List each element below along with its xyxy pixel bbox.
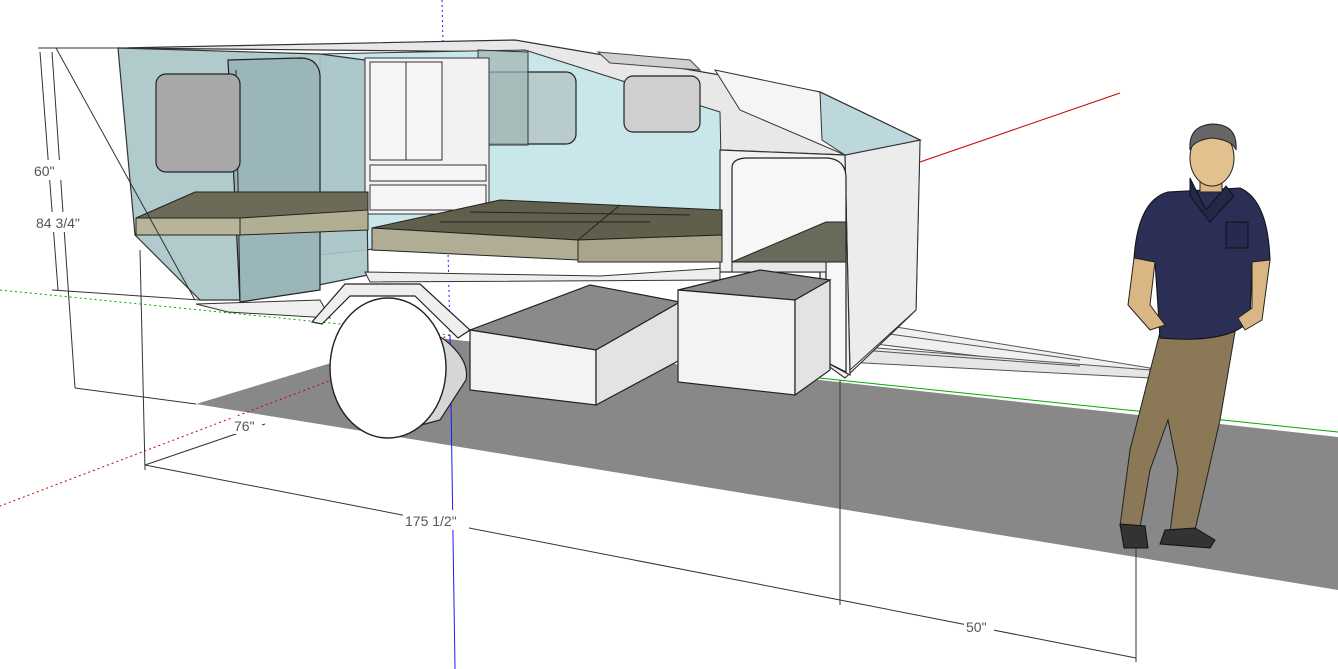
model-scene[interactable]: 60" 84 3/4" 76" 175 1/2" 50" xyxy=(0,0,1338,669)
red-axis-positive xyxy=(919,92,1121,163)
rear-window[interactable] xyxy=(155,73,241,173)
side-door[interactable] xyxy=(227,57,321,303)
floor-rail-front xyxy=(364,267,721,283)
floor-rail xyxy=(195,299,331,319)
dim-label-cabin-height: 60" xyxy=(34,163,55,179)
dim-label-total-height: 84 3/4" xyxy=(36,215,80,231)
cabinet[interactable] xyxy=(364,57,490,215)
front-window[interactable] xyxy=(623,75,701,133)
dim-label-length: 175 1/2" xyxy=(405,513,457,529)
dim-label-width: 76" xyxy=(234,418,255,434)
dim-label-tongue: 50" xyxy=(966,619,987,635)
sketchup-viewport[interactable]: 60" 84 3/4" 76" 175 1/2" 50" xyxy=(0,0,1338,669)
storage-box-right[interactable] xyxy=(677,269,832,397)
